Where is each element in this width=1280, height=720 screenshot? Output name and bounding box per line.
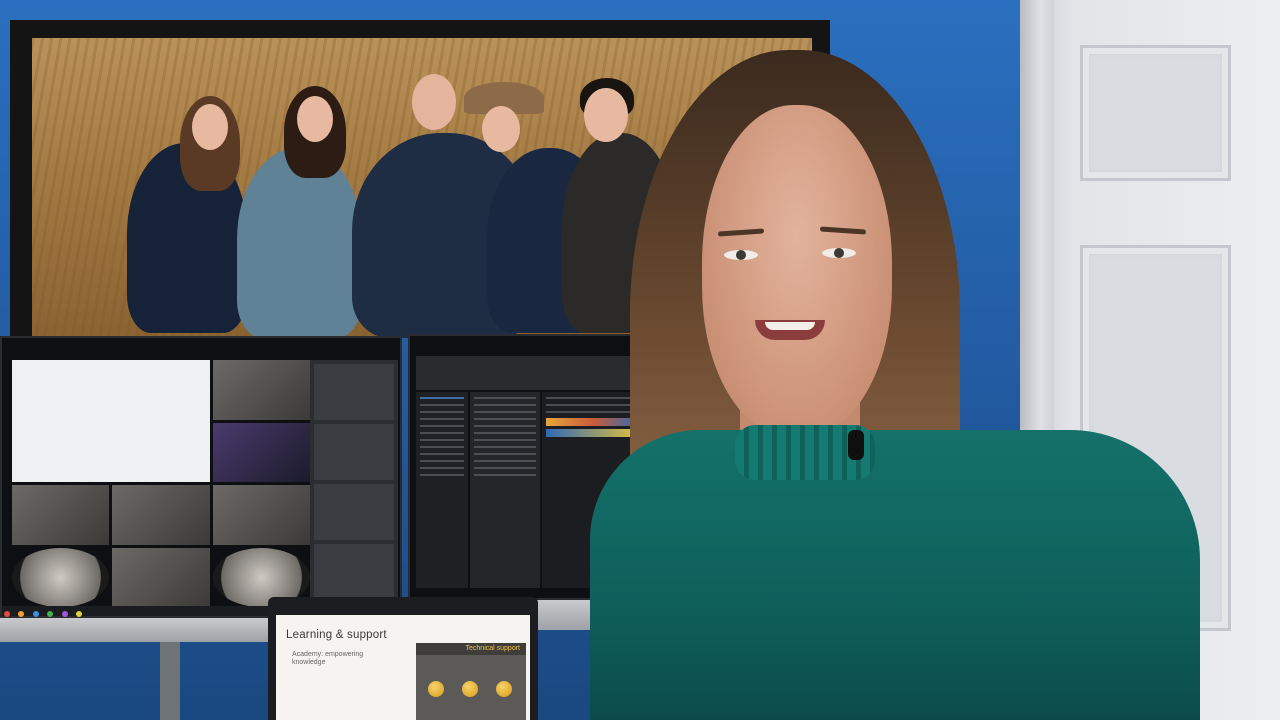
camera-tile[interactable] (112, 485, 210, 545)
laptop: Learning & support Academy: empowering k… (268, 597, 538, 720)
left-monitor-security-app (0, 336, 402, 618)
taskbar-app-icon[interactable] (18, 611, 25, 617)
academy-subtitle: Academy: empowering knowledge (292, 651, 364, 666)
taskbar-app-icon[interactable] (4, 611, 10, 617)
email-message-list (470, 392, 540, 588)
taskbar-app-icon[interactable] (47, 611, 54, 617)
technical-support-heading: Technical support (416, 643, 526, 655)
speaker-mouth (755, 320, 825, 340)
support-icon[interactable] (496, 681, 512, 697)
fisheye-camera-tile[interactable] (12, 547, 110, 607)
side-camera-tile[interactable] (314, 364, 394, 420)
support-icon[interactable] (428, 681, 444, 697)
technical-support-card[interactable]: Technical support (416, 643, 526, 720)
side-camera-tile[interactable] (314, 484, 394, 540)
camera-tile[interactable] (212, 422, 310, 482)
photo-head-1 (192, 104, 228, 150)
floor-plan-map[interactable] (12, 360, 210, 482)
email-folder-pane (416, 392, 468, 588)
taskbar-app-icon[interactable] (32, 611, 39, 617)
photo-head-3 (412, 74, 456, 130)
camera-side-panel (310, 360, 398, 610)
speaker-left-eye (724, 250, 758, 260)
camera-grid (12, 360, 310, 610)
side-camera-tile[interactable] (314, 544, 394, 600)
taskbar-app-icon[interactable] (61, 611, 68, 617)
speaker-face (702, 105, 892, 435)
laptop-screen: Learning & support Academy: empowering k… (276, 615, 530, 720)
camera-tile[interactable] (212, 485, 310, 545)
page-title: Learning & support (286, 629, 387, 641)
camera-tile[interactable] (12, 485, 110, 545)
camera-tile[interactable] (212, 360, 310, 420)
teal-blouse (590, 430, 1200, 720)
taskbar-app-icon[interactable] (76, 611, 83, 617)
lapel-microphone-icon (848, 430, 864, 460)
speaker-person (590, 50, 1200, 720)
side-camera-tile[interactable] (314, 424, 394, 480)
photo-head-4 (482, 106, 520, 152)
camera-tile[interactable] (112, 547, 210, 607)
speaker-right-eye (822, 248, 856, 258)
left-monitor-stand (160, 642, 180, 720)
photo-head-2 (297, 96, 333, 142)
support-icon[interactable] (462, 681, 478, 697)
